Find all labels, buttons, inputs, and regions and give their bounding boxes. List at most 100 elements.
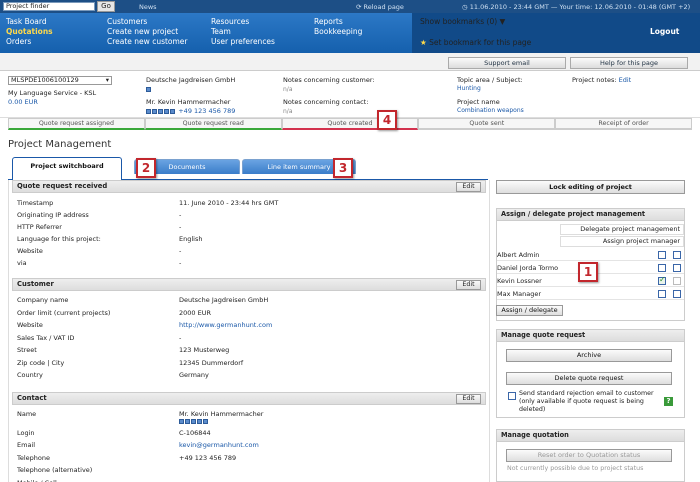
field-label: Website (17, 247, 43, 255)
field-label: via (17, 259, 27, 267)
manage-quote-header: Manage quote request (496, 329, 685, 342)
clock-icon: ◷ (462, 3, 470, 11)
user-icon[interactable] (164, 108, 169, 114)
nav-create-customer[interactable]: Create new customer (107, 37, 188, 47)
project-finder-input[interactable]: Project finder (3, 2, 95, 11)
info-icon[interactable] (179, 418, 184, 424)
news-link[interactable]: News (139, 3, 157, 11)
archive-button[interactable]: Archive (506, 349, 672, 362)
show-bookmarks-dropdown[interactable]: Show bookmarks (0) ▼ (420, 17, 505, 26)
callout-badge-3: 3 (333, 158, 353, 178)
show-bookmarks-label: Show bookmarks (0) (420, 17, 498, 26)
nav-create-project[interactable]: Create new project (107, 27, 188, 37)
field-value: - (179, 247, 182, 255)
support-email-button[interactable]: Support email (448, 57, 566, 69)
customer-icons (146, 85, 152, 93)
contact-name-icons (179, 417, 209, 425)
user-icon[interactable] (197, 418, 202, 424)
delegate-column-label: Delegate project management (560, 224, 684, 235)
person-name: Daniel Jorda Tormo (497, 264, 559, 272)
field-value: 11. June 2010 - 23:44 hrs GMT (179, 199, 279, 207)
info-icon[interactable] (146, 108, 151, 114)
manage-quotation-panel (496, 442, 685, 482)
quote-section-header: Quote request received (12, 180, 486, 193)
help-icon[interactable]: ? (664, 397, 673, 406)
amount: 0.00 EUR (8, 98, 38, 106)
nav-customers[interactable]: Customers (107, 17, 188, 27)
go-button[interactable]: Go (97, 1, 115, 12)
caret-down-icon: ▾ (105, 76, 109, 84)
logout-link[interactable]: Logout (650, 27, 679, 36)
field-label: Mobile / Cell (17, 479, 57, 482)
field-label: Website (17, 321, 43, 329)
nav-resources[interactable]: Resources (211, 17, 275, 27)
assign-checkbox[interactable] (673, 251, 681, 259)
field-value: English (179, 235, 203, 243)
customer-phone[interactable]: +49 123 456 789 (178, 107, 235, 115)
field-label: Telephone (alternative) (17, 466, 93, 474)
field-value: C-106844 (179, 428, 211, 437)
send-rejection-checkbox[interactable] (508, 392, 516, 400)
assign-checkbox[interactable] (673, 264, 681, 272)
mail-icon[interactable] (191, 418, 196, 424)
topic-value[interactable]: Hunting (457, 85, 481, 92)
delegate-checkbox[interactable] (658, 290, 666, 298)
nav-task-board[interactable]: Task Board (6, 17, 53, 27)
delegate-checkbox-checked[interactable] (658, 275, 666, 285)
lock-editing-button[interactable]: Lock editing of project (496, 180, 685, 194)
reload-link[interactable]: ⟳ Reload page (356, 3, 404, 11)
field-label: Login (17, 428, 35, 437)
field-label: Country (17, 371, 43, 379)
field-label: Street (17, 346, 37, 354)
phone-icon[interactable] (203, 418, 208, 424)
project-notes-edit-link[interactable]: Edit (619, 76, 632, 84)
project-notes: Project notes: Edit (572, 76, 631, 84)
assign-delegate-button[interactable]: Assign / delegate (496, 305, 563, 316)
clock-display: ◷ 11.06.2010 - 23:44 GMT — Your time: 12… (462, 3, 690, 11)
field-label: HTTP Referrer (17, 223, 62, 231)
nav-orders[interactable]: Orders (6, 37, 53, 47)
assign-checkbox[interactable] (673, 290, 681, 298)
reload-icon: ⟳ (356, 3, 364, 11)
field-label: Telephone (17, 453, 51, 462)
callout-badge-2: 2 (136, 158, 156, 178)
status-bar: Quote request assigned Quote request rea… (8, 118, 692, 130)
contact-section-header: Contact (12, 392, 486, 405)
field-value: 12345 Dummerdorf (179, 358, 244, 367)
tab-project-switchboard[interactable]: Project switchboard (12, 157, 122, 180)
nav-column-3: Resources Team User preferences (211, 17, 275, 47)
project-name-value[interactable]: Combination weapons (457, 107, 524, 114)
field-value[interactable]: kevin@germanhunt.com (179, 441, 259, 449)
page-title: Project Management (8, 139, 112, 150)
field-value[interactable]: http://www.germanhunt.com (179, 321, 272, 329)
customer-section-header: Customer (12, 278, 486, 291)
assign-section-header: Assign / delegate project management (496, 208, 685, 221)
nav-user-preferences[interactable]: User preferences (211, 37, 275, 47)
notes-customer-value: n/a (283, 86, 293, 93)
help-button[interactable]: Help for this page (570, 57, 688, 69)
home-icon[interactable] (185, 418, 190, 424)
edit-quote-button[interactable]: Edit (456, 182, 481, 192)
reload-label: Reload page (363, 3, 404, 11)
project-selector[interactable]: MLSPDE1006100129 ▾ (8, 76, 112, 85)
phone-icon[interactable] (170, 108, 175, 114)
nav-team[interactable]: Team (211, 27, 275, 37)
delegate-checkbox[interactable] (658, 264, 666, 272)
mail-icon[interactable] (158, 108, 163, 114)
status-quote-created: Quote created (281, 118, 419, 130)
delete-quote-button[interactable]: Delete quote request (506, 372, 672, 385)
set-bookmark-link[interactable]: ★ Set bookmark for this page (420, 38, 531, 47)
nav-bookkeeping[interactable]: Bookkeeping (314, 27, 362, 37)
nav-quotations[interactable]: Quotations (6, 27, 53, 37)
field-label: Sales Tax / VAT ID (17, 333, 75, 342)
field-label: Order limit (current projects) (17, 308, 111, 317)
callout-badge-4: 4 (377, 110, 397, 130)
delegate-checkbox[interactable] (658, 251, 666, 259)
edit-customer-button[interactable]: Edit (456, 280, 481, 290)
home-icon[interactable] (152, 108, 157, 114)
topic-label: Topic area / Subject: (457, 76, 523, 84)
edit-contact-button[interactable]: Edit (456, 394, 481, 404)
nav-reports[interactable]: Reports (314, 17, 362, 27)
home-icon[interactable] (146, 86, 151, 92)
status-receipt-of-order: Receipt of order (555, 118, 692, 130)
